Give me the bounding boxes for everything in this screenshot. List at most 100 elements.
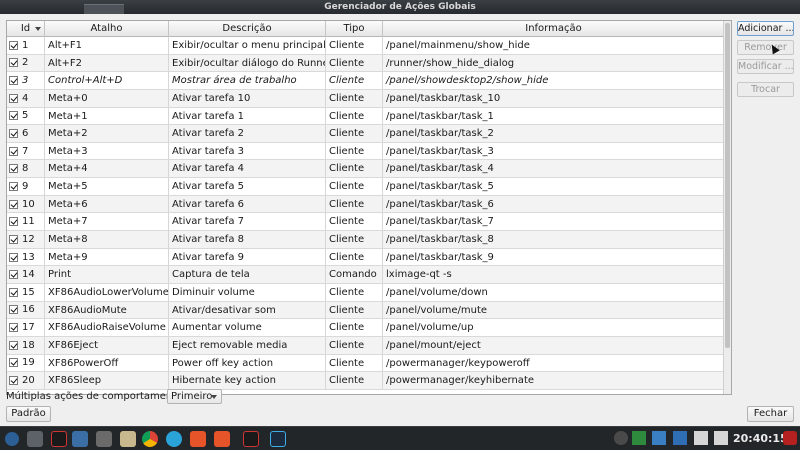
table-row[interactable]: 10 Meta+6 Ativar tarefa 6 Cliente/panel/tas… xyxy=(7,195,725,214)
add-button[interactable]: Adicionar ... xyxy=(737,21,794,36)
window-title: Gerenciador de Ações Globais xyxy=(324,2,476,12)
row-id: 15 xyxy=(22,286,35,298)
description-cell: Ativar tarefa 9 xyxy=(169,248,326,266)
table-row[interactable]: 8 Meta+4 Ativar tarefa 4 Cliente/panel/task… xyxy=(7,160,725,179)
column-header-description[interactable]: Descrição xyxy=(169,21,326,37)
table-row[interactable]: 2 Alt+F2 Exibir/ocultar diálogo do Runner C… xyxy=(7,54,725,73)
table-row[interactable]: 12 Meta+8 Ativar tarefa 8 Cliente/panel/tas… xyxy=(7,231,725,249)
row-id: 18 xyxy=(22,339,35,351)
titlebar-tab xyxy=(84,4,124,14)
terminal-icon[interactable] xyxy=(51,431,67,447)
table-row[interactable]: 14 Print Captura de tela Comando lximage-qt … xyxy=(7,266,725,284)
info-cell: /panel/showdesktop2/show_hide xyxy=(383,72,725,89)
row-id: 8 xyxy=(22,163,29,175)
terminal-window-icon[interactable] xyxy=(243,431,259,447)
lxqt-icon[interactable] xyxy=(270,431,286,447)
info-icon[interactable] xyxy=(673,431,687,445)
column-header-shortcut[interactable]: Atalho xyxy=(45,21,169,37)
modify-button[interactable]: Modificar ... xyxy=(737,59,794,74)
table-row[interactable]: 18 XF86Eject Eject removable media Cliente /… xyxy=(7,336,725,355)
description-cell: Ativar/desativar som xyxy=(169,301,326,319)
enabled-checkbox[interactable] xyxy=(9,287,18,297)
swap-button[interactable]: Trocar xyxy=(737,82,794,97)
description-cell: Exibir/ocultar diálogo do Runner xyxy=(169,54,326,72)
column-header-type[interactable]: Tipo xyxy=(326,21,383,37)
enabled-checkbox[interactable] xyxy=(9,76,18,86)
table-row[interactable]: 19 XF86PowerOff Power off key action Client… xyxy=(7,354,725,373)
table-row[interactable]: 20 XF86Sleep Hibernate key action Cliente/p… xyxy=(7,372,725,390)
enabled-checkbox[interactable] xyxy=(9,93,18,103)
enabled-checkbox[interactable] xyxy=(9,58,18,68)
telegram-icon[interactable] xyxy=(166,431,182,447)
close-button[interactable]: Fechar xyxy=(747,406,794,422)
enabled-checkbox[interactable] xyxy=(9,146,18,156)
file-manager-icon[interactable] xyxy=(96,431,112,447)
enabled-checkbox[interactable] xyxy=(9,234,18,244)
shortcut-cell: Meta+8 xyxy=(45,231,169,248)
type-cell: Cliente xyxy=(326,72,383,89)
window-titlebar[interactable]: Gerenciador de Ações Globais xyxy=(0,0,800,14)
brave-icon[interactable] xyxy=(190,431,206,447)
volume-icon[interactable] xyxy=(714,431,728,445)
enabled-checkbox[interactable] xyxy=(9,217,18,227)
power-icon[interactable] xyxy=(783,431,797,445)
enabled-checkbox[interactable] xyxy=(9,305,18,315)
behavior-select-value: Primeiro xyxy=(171,391,213,402)
toggle-icon[interactable] xyxy=(72,431,88,447)
updates-icon[interactable] xyxy=(652,431,666,445)
type-cell: Cliente xyxy=(326,231,383,248)
wifi-icon[interactable] xyxy=(632,431,646,445)
enabled-checkbox[interactable] xyxy=(9,111,18,121)
enabled-checkbox[interactable] xyxy=(9,181,18,191)
brave-window-icon[interactable] xyxy=(214,431,230,447)
column-header-info[interactable]: Informação xyxy=(383,21,725,37)
table-row[interactable]: 1 Alt+F1 Exibir/ocultar o menu principal Cl… xyxy=(7,37,725,55)
enabled-checkbox[interactable] xyxy=(9,340,18,350)
table-row[interactable]: 6 Meta+2 Ativar tarefa 2 Cliente/panel/task… xyxy=(7,125,725,143)
add-tray-icon[interactable] xyxy=(614,431,628,445)
enabled-checkbox[interactable] xyxy=(9,375,18,385)
info-cell: /panel/taskbar/task_9 xyxy=(383,248,725,266)
shortcut-cell: Meta+1 xyxy=(45,107,169,125)
enabled-checkbox[interactable] xyxy=(9,252,18,262)
table-row[interactable]: 5 Meta+1 Ativar tarefa 1 Cliente/panel/task… xyxy=(7,107,725,126)
app-menu-icon[interactable] xyxy=(5,432,19,446)
text-editor-icon[interactable] xyxy=(120,431,136,447)
table-row[interactable]: 13 Meta+9 Ativar tarefa 9 Cliente/panel/tas… xyxy=(7,248,725,267)
clock[interactable]: 20:40:15 xyxy=(733,427,788,450)
column-header-id[interactable]: Id xyxy=(7,21,45,37)
remove-button[interactable]: Remover xyxy=(737,40,794,55)
type-cell: Cliente xyxy=(326,89,383,107)
enabled-checkbox[interactable] xyxy=(9,270,18,280)
table-row[interactable]: 15 XF86AudioLowerVolume Diminuir volume Cli… xyxy=(7,283,725,302)
type-cell: Cliente xyxy=(326,248,383,266)
enabled-checkbox[interactable] xyxy=(9,199,18,209)
table-row[interactable]: 11 Meta+7 Ativar tarefa 7 Cliente/panel/tas… xyxy=(7,213,725,232)
table-scrollbar[interactable] xyxy=(723,21,731,394)
clipboard-icon[interactable] xyxy=(694,431,708,445)
shortcut-cell: XF86Sleep xyxy=(45,372,169,389)
scrollbar-thumb[interactable] xyxy=(725,23,730,348)
description-cell: Mostrar área de trabalho xyxy=(169,72,326,89)
row-id: 1 xyxy=(22,39,29,51)
table-row[interactable]: 4 Meta+0 Ativar tarefa 10 Cliente/panel/tas… xyxy=(7,89,725,108)
table-row[interactable]: 9 Meta+5 Ativar tarefa 5 Cliente/panel/task… xyxy=(7,178,725,196)
enabled-checkbox[interactable] xyxy=(9,323,18,333)
default-button[interactable]: Padrão xyxy=(6,406,51,422)
show-desktop-icon[interactable] xyxy=(27,431,43,447)
behavior-label: Múltiplas ações de comportamento: xyxy=(6,391,186,402)
table-row[interactable]: 7 Meta+3 Ativar tarefa 3 Cliente/panel/task… xyxy=(7,142,725,161)
behavior-select[interactable]: Primeiro xyxy=(167,389,222,404)
table-row[interactable]: 3 Control+Alt+D Mostrar área de trabalho Cl… xyxy=(7,72,725,90)
chrome-icon[interactable] xyxy=(142,431,158,447)
table-row[interactable]: 16 XF86AudioMute Ativar/desativar som Clien… xyxy=(7,301,725,320)
enabled-checkbox[interactable] xyxy=(9,164,18,174)
enabled-checkbox[interactable] xyxy=(9,129,18,139)
shortcut-cell: Meta+5 xyxy=(45,178,169,195)
enabled-checkbox[interactable] xyxy=(9,358,18,368)
description-cell: Exibir/ocultar o menu principal xyxy=(169,37,326,54)
table-row[interactable]: 17 XF86AudioRaiseVolume Aumentar volume Cli… xyxy=(7,319,725,337)
enabled-checkbox[interactable] xyxy=(9,40,18,50)
description-cell: Ativar tarefa 7 xyxy=(169,213,326,231)
id-cell: 1 xyxy=(7,37,45,54)
